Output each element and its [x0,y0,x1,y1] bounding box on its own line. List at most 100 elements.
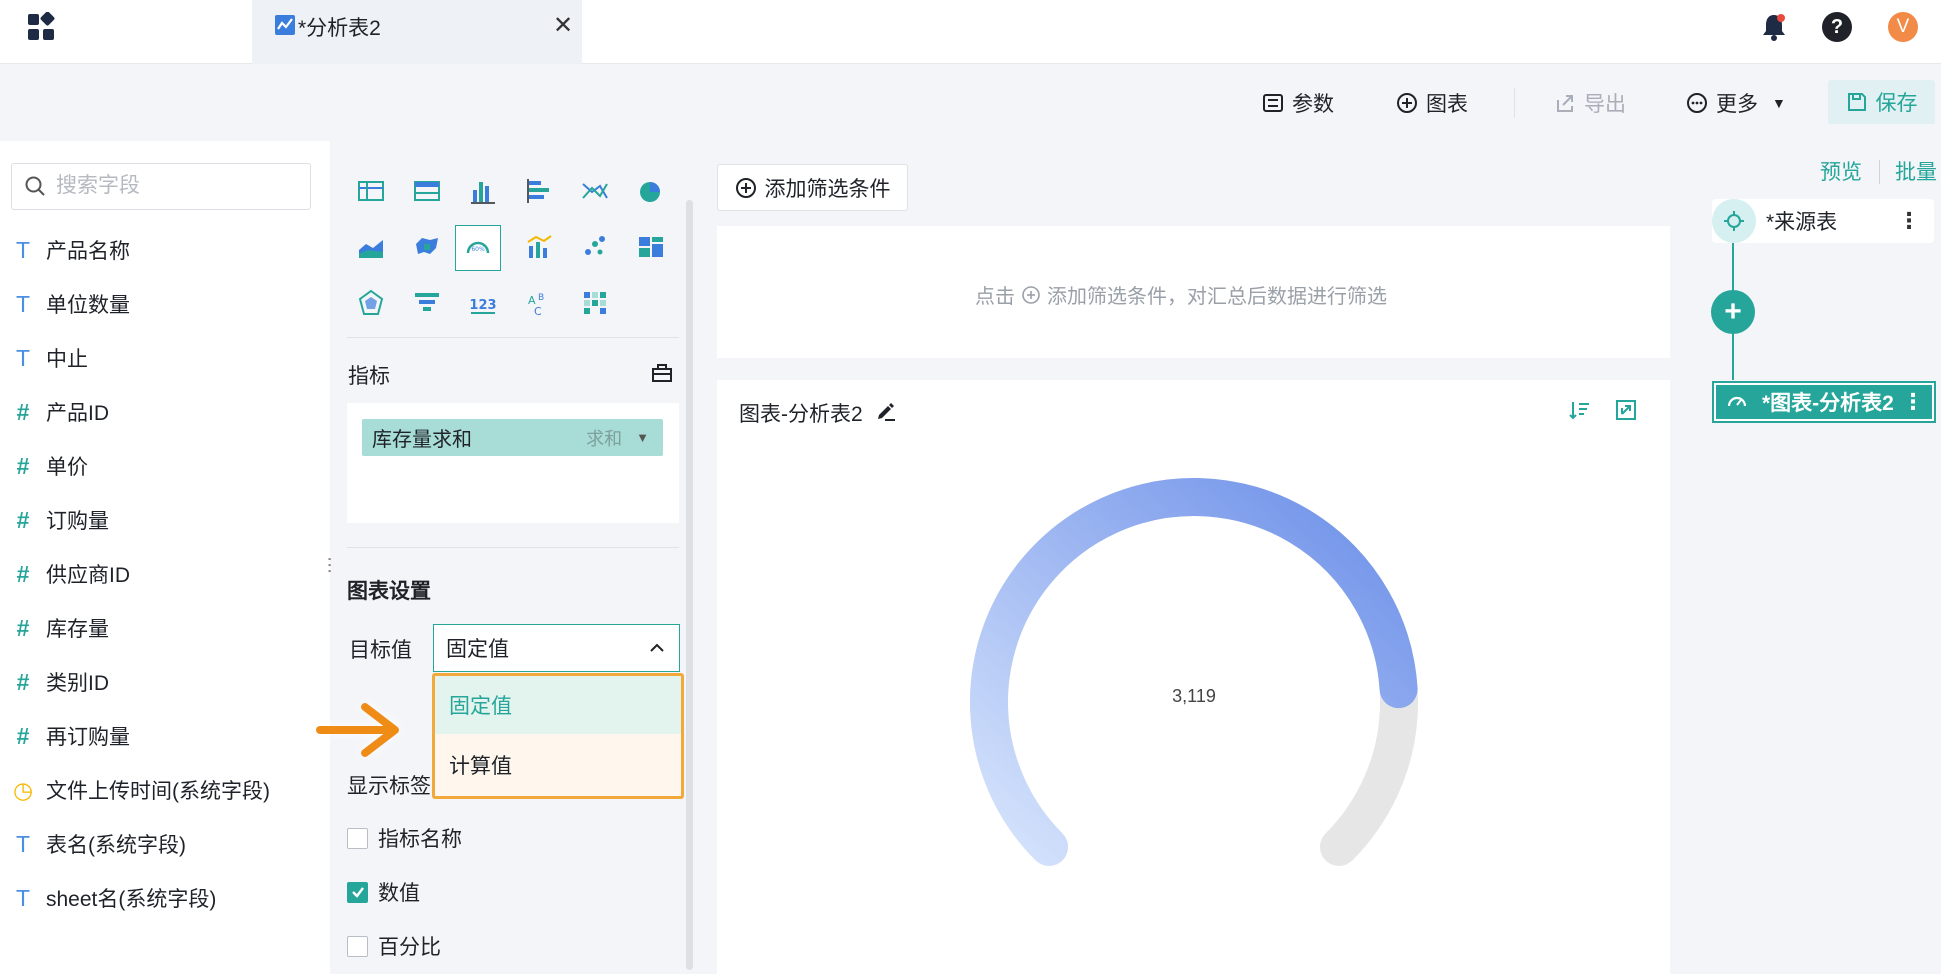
config-divider [347,337,679,338]
source-table-node[interactable]: *来源表 ⋮ [1712,199,1934,243]
params-icon [1263,94,1283,112]
add-filter-button[interactable]: 添加筛选条件 [717,164,908,211]
field-item[interactable]: T 单位数量 [0,284,320,324]
chart-type-bar[interactable] [466,174,500,208]
metric-pill-name: 库存量求和 [372,429,472,451]
field-item[interactable]: ◷ 文件上传时间(系统字段) [0,770,320,810]
label-checkbox-row[interactable]: 百分比 [347,931,441,961]
field-item[interactable]: # 再订购量 [0,716,320,756]
notification-bell-icon[interactable] [1760,12,1788,42]
more-button[interactable]: 更多 ▼ [1686,86,1786,120]
save-button[interactable]: 保存 [1828,80,1935,124]
checkbox-label: 指标名称 [378,828,462,851]
chart-title: 图表-分析表2 [739,403,863,426]
help-icon[interactable]: ? [1822,12,1852,42]
metric-section-title: 指标 [348,365,390,388]
chart-node[interactable]: *图表-分析表2 ⋮ [1712,381,1936,423]
flow-panel [1690,141,1941,974]
combo-chart-icon [527,235,552,258]
field-item[interactable]: T 产品名称 [0,230,320,270]
field-name: 订购量 [46,510,109,533]
pointer-arrow-icon [316,703,399,757]
field-item[interactable]: # 类别ID [0,662,320,702]
search-icon [25,176,45,196]
fullscreen-icon[interactable] [1614,398,1638,422]
area-chart-icon [359,240,383,258]
checkbox-checked[interactable] [347,881,368,903]
avatar[interactable]: V [1888,12,1918,42]
chart-type-kpi-number[interactable]: 123 [466,286,500,320]
dropdown-option-computed[interactable]: 计算值 [435,734,681,796]
plus-circle-icon [1022,285,1040,304]
export-label: 导出 [1584,93,1626,116]
label-checkbox-row[interactable]: 数值 [347,877,420,907]
chart-type-combo[interactable] [522,230,556,264]
dropdown-option-fixed[interactable]: 固定值 [435,676,681,734]
params-button[interactable]: 参数 [1262,86,1334,120]
preview-button[interactable]: 预览 [1820,156,1862,186]
map-icon [416,238,438,254]
number-type-icon: # [16,668,30,695]
config-divider [347,547,679,548]
add-chart-button[interactable]: 图表 [1396,86,1468,120]
export-button[interactable]: 导出 [1554,86,1626,120]
field-name: 单价 [46,456,88,479]
label-checkbox-row[interactable]: 指标名称 [347,823,462,853]
field-search-input[interactable] [56,165,296,207]
gauge-icon [1727,396,1747,407]
add-chart-label: 图表 [1426,93,1468,116]
add-node-button[interactable]: + [1711,290,1755,334]
more-vertical-icon[interactable]: ⋮ [1898,208,1920,234]
chart-type-pivot[interactable] [410,174,444,208]
checkbox-unchecked[interactable] [347,827,368,849]
save-label: 保存 [1875,92,1918,115]
field-name: sheet名(系统字段) [46,888,217,911]
chart-type-area[interactable] [354,230,388,264]
crosshair-icon [1724,211,1744,231]
chart-type-heatmap[interactable] [578,286,612,320]
chart-type-dashboard[interactable] [634,230,668,264]
metric-pill[interactable]: 库存量求和 求和 ▼ [362,419,663,456]
chart-type-scatter[interactable] [578,230,612,264]
batch-button[interactable]: 批量 [1895,156,1937,186]
field-item[interactable]: # 供应商ID [0,554,320,594]
chart-type-funnel[interactable] [410,286,444,320]
field-item[interactable]: # 产品ID [0,392,320,432]
chart-type-pie[interactable] [634,174,668,208]
chart-type-word-cloud[interactable]: ABC [522,286,556,320]
number-type-icon: # [16,452,30,479]
more-vertical-icon[interactable]: ⋮ [1902,389,1924,415]
tab-close-icon[interactable]: ✕ [553,11,573,40]
radar-icon [358,289,384,315]
chart-type-line[interactable] [578,174,612,208]
metric-aggregation[interactable]: 求和 ▼ [586,425,649,451]
text-type-icon: T [15,830,31,857]
field-item[interactable]: T 表名(系统字段) [0,824,320,864]
edit-icon[interactable] [875,400,897,422]
field-name: 产品ID [46,402,109,425]
app-grid-icon[interactable] [26,12,56,42]
chart-type-radar[interactable] [354,286,388,320]
config-scrollbar[interactable] [686,200,693,970]
field-item[interactable]: # 单价 [0,446,320,486]
svg-text:123: 123 [469,298,496,313]
number-type-icon: # [16,614,30,641]
pivot-table-icon [414,181,440,201]
sort-icon[interactable] [1568,398,1592,422]
chart-type-gauge[interactable]: 60% [455,225,501,271]
text-type-icon: T [15,236,31,263]
chart-type-table[interactable] [354,174,388,208]
export-icon [1557,95,1573,112]
chart-type-map[interactable] [410,230,444,264]
checkbox-unchecked[interactable] [347,935,368,957]
line-chart-icon [275,15,295,35]
params-label: 参数 [1292,93,1334,116]
field-item[interactable]: # 库存量 [0,608,320,648]
field-item[interactable]: Tsheet名(系统字段) [0,878,320,918]
field-name: 单位数量 [46,294,130,317]
field-item[interactable]: # 订购量 [0,500,320,540]
metric-settings-icon[interactable] [650,360,674,384]
chart-type-horizontal-bar[interactable] [522,174,556,208]
target-value-select[interactable]: 固定值 [433,624,680,672]
field-item[interactable]: T 中止 [0,338,320,378]
